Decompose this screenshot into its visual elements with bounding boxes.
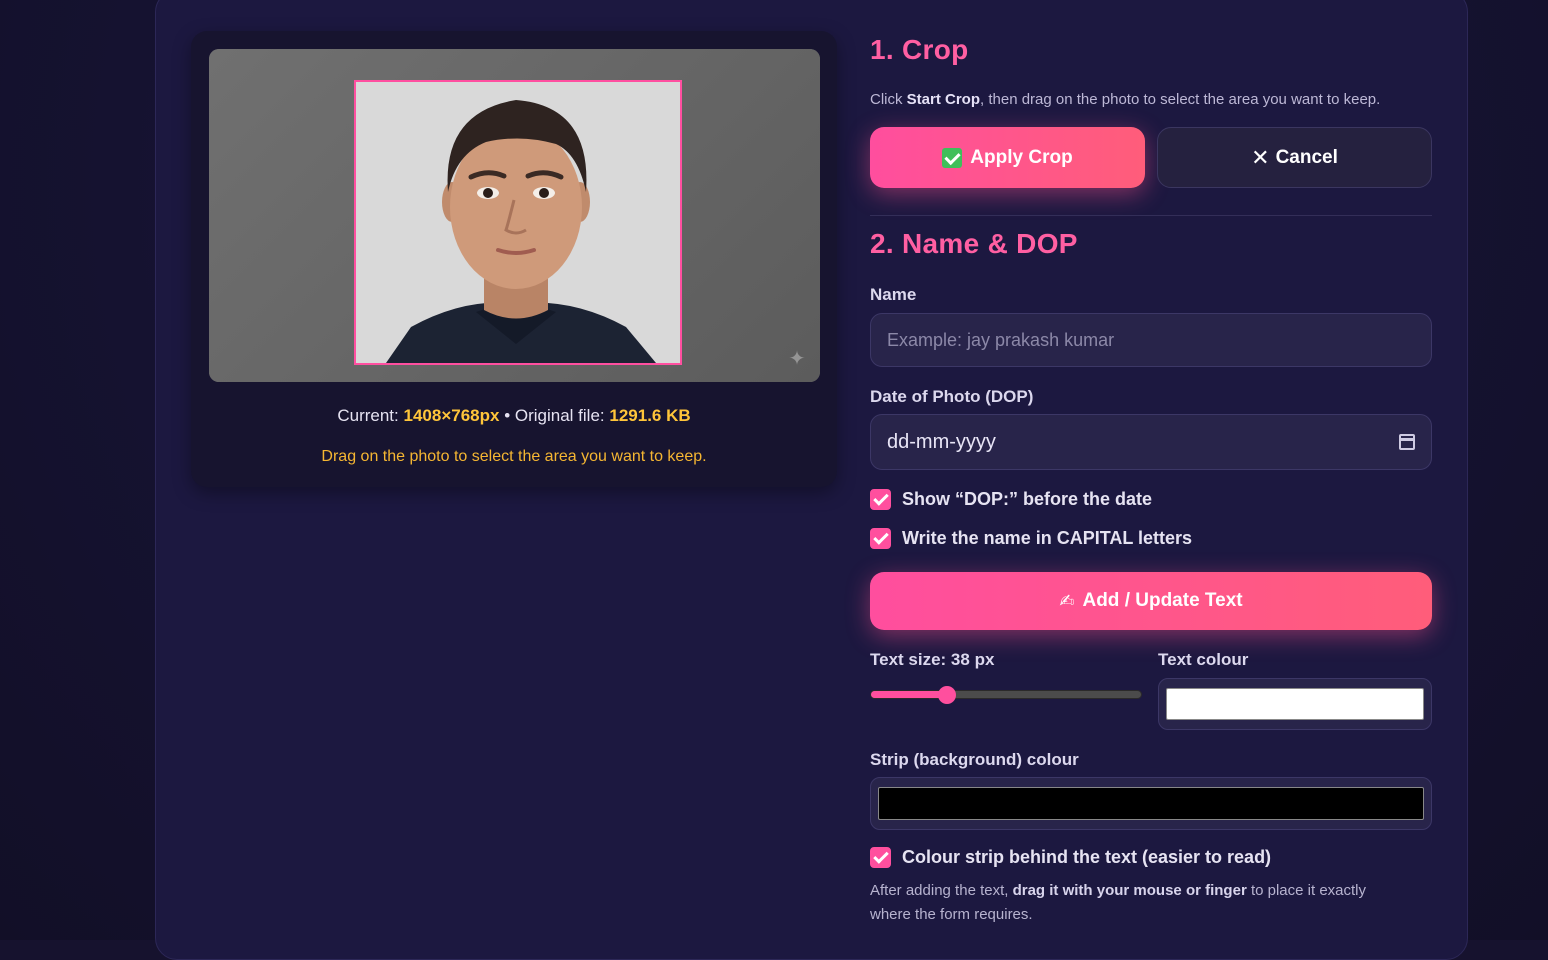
text-colour-picker[interactable] (1158, 678, 1432, 730)
instruction-prefix: Click (870, 91, 903, 108)
crop-instruction: Click Start Crop, then drag on the photo… (870, 91, 1380, 108)
meta-separator: • (504, 406, 511, 425)
section-divider (870, 215, 1432, 216)
strip-colour-label: Strip (background) colour (870, 750, 1079, 769)
strip-checkbox-row[interactable]: Colour strip behind the text (easier to … (870, 847, 1271, 868)
current-label: Current: (337, 406, 399, 425)
capital-label: Write the name in CAPITAL letters (902, 528, 1193, 548)
name-label: Name (870, 285, 917, 304)
capital-checkbox[interactable] (870, 528, 891, 549)
original-size: 1291.6 KB (609, 406, 691, 425)
slider-fill (871, 691, 947, 698)
name-input[interactable]: Example: jay prakash kumar (870, 313, 1432, 367)
portrait-photo (356, 82, 680, 363)
crop-hint: Drag on the photo to select the area you… (321, 448, 707, 465)
dop-date-input[interactable]: dd-mm-yyyy (870, 414, 1432, 470)
apply-crop-label: Apply Crop (970, 146, 1073, 168)
cancel-label: Cancel (1275, 146, 1338, 168)
show-dop-checkbox[interactable] (870, 489, 891, 510)
writing-hand-icon: ✍ (1059, 590, 1075, 611)
dop-label: Date of Photo (DOP) (870, 387, 1034, 406)
close-icon: ✕ (1251, 144, 1270, 170)
note-bold: drag it with your mouse or finger (1012, 882, 1247, 899)
capital-checkbox-row[interactable]: Write the name in CAPITAL letters (870, 528, 1192, 549)
strip-checkbox[interactable] (870, 847, 891, 868)
sparkle-icon: ✦ (788, 348, 806, 370)
text-size-label: Text size: 38 px (870, 650, 995, 669)
crop-title: 1. Crop (870, 34, 969, 65)
cancel-button[interactable]: ✕ Cancel (1157, 127, 1432, 188)
add-update-text-button[interactable]: ✍ Add / Update Text (870, 572, 1432, 630)
slider-thumb[interactable] (937, 686, 956, 704)
check-icon (942, 147, 963, 168)
dop-value: dd-mm-yyyy (887, 430, 996, 453)
instruction-suffix: , then drag on the photo to select the a… (980, 91, 1381, 108)
text-colour-label: Text colour (1158, 650, 1249, 669)
strip-checkbox-label: Colour strip behind the text (easier to … (902, 847, 1272, 867)
show-dop-checkbox-row[interactable]: Show “DOP:” before the date (870, 489, 1152, 510)
image-meta: Current: 1408×768px • Original file: 129… (191, 406, 837, 426)
current-dims: 1408×768px (403, 406, 500, 425)
strip-colour-picker[interactable] (870, 777, 1432, 830)
original-label: Original file: (514, 406, 605, 425)
text-colour-swatch (1166, 688, 1424, 720)
show-dop-label: Show “DOP:” before the date (902, 489, 1153, 509)
note-prefix: After adding the text, (870, 882, 1009, 899)
apply-crop-button[interactable]: Apply Crop (870, 127, 1145, 188)
text-size-slider[interactable] (870, 686, 1142, 704)
instruction-bold: Start Crop (906, 91, 981, 108)
add-update-text-label: Add / Update Text (1082, 590, 1243, 611)
name-dop-title: 2. Name & DOP (870, 228, 1078, 259)
crop-selection[interactable] (354, 80, 682, 365)
calendar-icon[interactable] (1399, 434, 1415, 450)
name-placeholder: Example: jay prakash kumar (887, 329, 1115, 350)
drag-note: After adding the text, drag it with your… (870, 879, 1410, 927)
photo-canvas[interactable]: ✦ (209, 49, 820, 382)
strip-colour-swatch (878, 787, 1424, 820)
